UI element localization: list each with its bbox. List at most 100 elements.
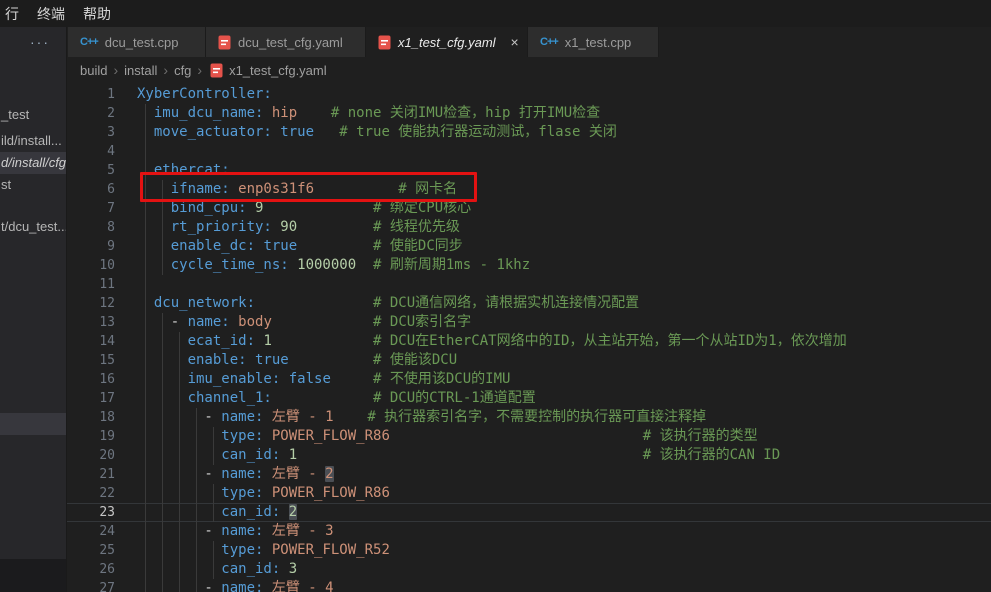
indent-guide [145, 218, 146, 237]
line-number: 2 [67, 104, 115, 123]
code-line[interactable]: 1 XyberController: [67, 85, 991, 104]
menu-item-2[interactable]: 终端 [26, 2, 76, 26]
code-line[interactable]: 6 ifname: enp0s31f6 # 网卡名 [67, 180, 991, 199]
side-panel-item[interactable]: _test [0, 104, 67, 126]
code-text: can_id: 3 [115, 561, 297, 577]
code-line[interactable]: 26 can_id: 3 [67, 560, 991, 579]
side-panel-item[interactable]: d/install/cfg [0, 152, 67, 174]
line-number: 6 [67, 180, 115, 199]
indent-guide [213, 427, 214, 446]
code-text: ethercat: [115, 162, 230, 178]
code-line[interactable]: 22 type: POWER_FLOW_R86 [67, 484, 991, 503]
code-line[interactable]: 10 cycle_time_ns: 1000000 # 刷新周期1ms - 1k… [67, 256, 991, 275]
code-line[interactable]: 18 - name: 左臂 - 1 # 执行器索引名字，不需要控制的执行器可直接… [67, 408, 991, 427]
code-line[interactable]: 20 can_id: 1 # 该执行器的CAN ID [67, 446, 991, 465]
line-number: 4 [67, 142, 115, 161]
indent-guide [196, 427, 197, 446]
code-line[interactable]: 17 channel_1: # DCU的CTRL-1通道配置 [67, 389, 991, 408]
code-line[interactable]: 19 type: POWER_FLOW_R86 # 该执行器的类型 [67, 427, 991, 446]
menu-item-3[interactable]: 帮助 [72, 2, 122, 26]
indent-guide [196, 579, 197, 592]
code-line[interactable]: 2 imu_dcu_name: hip # none 关闭IMU检查，hip 打… [67, 104, 991, 123]
code-text: type: POWER_FLOW_R86 # 该执行器的类型 [115, 428, 758, 444]
indent-guide [162, 351, 163, 370]
tab-x1_test_cfg.yaml[interactable]: x1_test_cfg.yaml× [366, 27, 528, 57]
indent-guide [162, 237, 163, 256]
token: type: [137, 485, 263, 501]
indent-guide [162, 465, 163, 484]
line-number: 1 [67, 85, 115, 104]
indent-guide [213, 484, 214, 503]
indent-guide [162, 199, 163, 218]
breadcrumb-file[interactable]: x1_test_cfg.yaml [229, 63, 327, 78]
chevron-right-icon: › [111, 62, 120, 78]
indent-guide [145, 104, 146, 123]
token: can_id: [137, 561, 280, 577]
side-panel-footer [0, 559, 67, 592]
tab-label: dcu_test.cpp [105, 35, 179, 50]
code-line[interactable]: 8 rt_priority: 90 # 线程优先级 [67, 218, 991, 237]
code-line[interactable]: 7 bind_cpu: 9 # 绑定CPU核心 [67, 199, 991, 218]
line-number: 11 [67, 275, 115, 294]
code-text: bind_cpu: 9 # 绑定CPU核心 [115, 200, 471, 216]
code-line[interactable]: 21 - name: 左臂 - 2 [67, 465, 991, 484]
more-actions-icon[interactable]: ··· [30, 34, 50, 50]
side-panel-item[interactable] [0, 413, 67, 435]
token: # 线程优先级 [297, 219, 460, 235]
code-line[interactable]: 13 - name: body # DCU索引名字 [67, 313, 991, 332]
code-line[interactable]: 24 - name: 左臂 - 3 [67, 522, 991, 541]
breadcrumb-item-build[interactable]: build [80, 63, 107, 78]
indent-guide [179, 389, 180, 408]
tab-x1_test.cpp[interactable]: C++x1_test.cpp [528, 27, 659, 57]
indent-guide [179, 408, 180, 427]
code-line[interactable]: 14 ecat_id: 1 # DCU在EtherCAT网络中的ID，从主站开始… [67, 332, 991, 351]
indent-guide [162, 541, 163, 560]
side-panel-item[interactable]: t/dcu_test... [0, 216, 67, 238]
code-line[interactable]: 15 enable: true # 使能该DCU [67, 351, 991, 370]
token: enable_dc: [137, 238, 255, 254]
side-panel-item[interactable]: st [0, 174, 67, 196]
indent-guide [145, 161, 146, 180]
line-number: 18 [67, 408, 115, 427]
code-text: enable: true # 使能该DCU [115, 352, 457, 368]
close-icon[interactable]: × [511, 34, 519, 50]
code-line[interactable]: 27 - name: 左臂 - 4 [67, 579, 991, 592]
token: channel_1: [137, 390, 272, 406]
code-line[interactable]: 23 can_id: 2 [67, 503, 991, 522]
code-lines: 1 XyberController: 2 imu_dcu_name: hip # n… [67, 85, 991, 592]
indent-guide [162, 503, 163, 522]
breadcrumb-item-cfg[interactable]: cfg [174, 63, 191, 78]
code-line[interactable]: 11 [67, 275, 991, 294]
line-number: 20 [67, 446, 115, 465]
indent-guide [145, 522, 146, 541]
token: rt_priority: [137, 219, 272, 235]
tab-dcu_test.cpp[interactable]: C++dcu_test.cpp [68, 27, 206, 57]
code-text: - name: body # DCU索引名字 [115, 314, 471, 330]
tab-dcu_test_cfg.yaml[interactable]: dcu_test_cfg.yaml [206, 27, 366, 57]
token: 1 [280, 447, 297, 463]
code-line[interactable]: 4 [67, 142, 991, 161]
code-line[interactable]: 16 imu_enable: false # 不使用该DCU的IMU [67, 370, 991, 389]
side-panel-item[interactable]: ild/install... [0, 130, 67, 152]
yaml-file-icon [378, 35, 391, 50]
code-line[interactable]: 5 ethercat: [67, 161, 991, 180]
token: bind_cpu: [137, 200, 247, 216]
indent-guide [179, 541, 180, 560]
token: # true 使能执行器运动测试，flase 关闭 [314, 124, 617, 140]
code-line[interactable]: 3 move_actuator: true # true 使能执行器运动测试，f… [67, 123, 991, 142]
indent-guide [196, 560, 197, 579]
token: XyberController: [137, 86, 272, 102]
token: body [230, 314, 272, 330]
indent-guide [145, 389, 146, 408]
indent-guide [145, 579, 146, 592]
code-line[interactable]: 12 dcu_network: # DCU通信网络，请根据实机连接情况配置 [67, 294, 991, 313]
token: # DCU索引名字 [272, 314, 471, 330]
code-line[interactable]: 9 enable_dc: true # 使能DC同步 [67, 237, 991, 256]
tab-label: dcu_test_cfg.yaml [238, 35, 343, 50]
code-text: can_id: 2 [115, 504, 297, 520]
token: 3 [280, 561, 297, 577]
code-line[interactable]: 25 type: POWER_FLOW_R52 [67, 541, 991, 560]
code-editor[interactable]: 1 XyberController: 2 imu_dcu_name: hip # n… [67, 83, 991, 592]
token: # 该执行器的类型 [390, 428, 758, 444]
breadcrumb-item-install[interactable]: install [124, 63, 157, 78]
